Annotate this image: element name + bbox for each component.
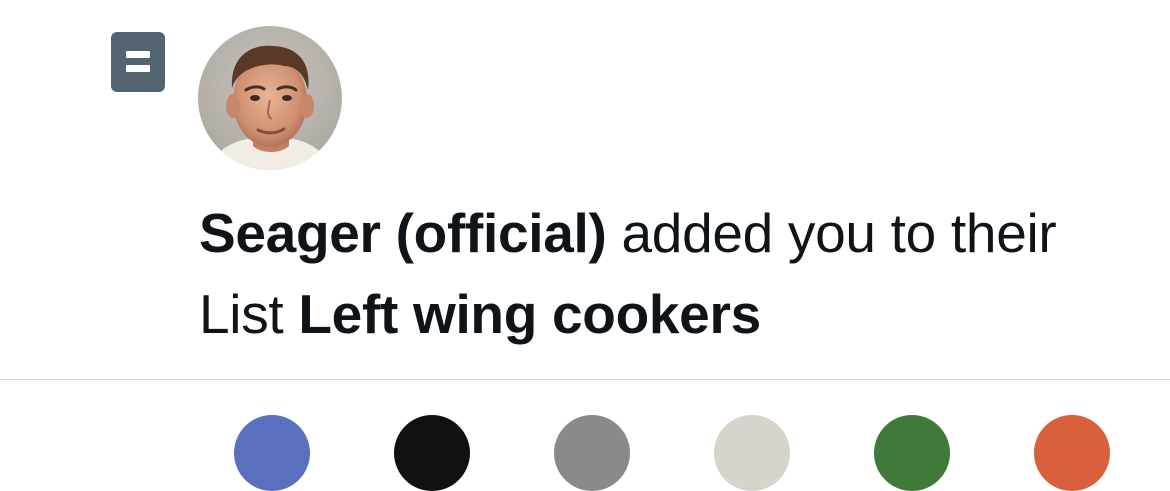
next-notification-avatar[interactable] bbox=[874, 415, 950, 491]
user-avatar[interactable] bbox=[198, 26, 342, 170]
next-notification-avatar[interactable] bbox=[394, 415, 470, 491]
list-name[interactable]: Left wing cookers bbox=[298, 283, 761, 345]
next-notification-avatar[interactable] bbox=[234, 415, 310, 491]
notification-item[interactable]: Seager (official) added you to their Lis… bbox=[0, 0, 1170, 380]
next-notification-avatars bbox=[0, 380, 1170, 491]
next-notification-avatar[interactable] bbox=[714, 415, 790, 491]
notification-message: Seager (official) added you to their Lis… bbox=[199, 193, 1129, 355]
actor-name[interactable]: Seager (official) bbox=[199, 202, 607, 264]
avatar-photo bbox=[198, 26, 342, 170]
next-notification-avatar[interactable] bbox=[1034, 415, 1110, 491]
next-notification-avatar[interactable] bbox=[554, 415, 630, 491]
list-icon bbox=[111, 32, 165, 92]
